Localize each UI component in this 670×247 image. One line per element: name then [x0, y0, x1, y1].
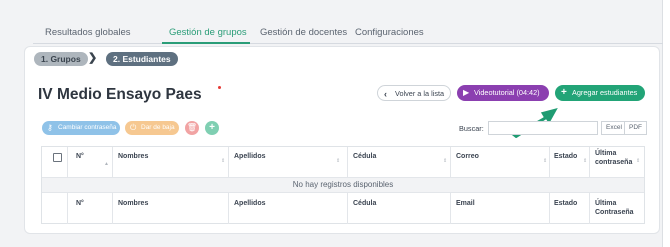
tab-configuraciones[interactable]: Configuraciones	[355, 27, 424, 38]
column-header-correo[interactable]: Correo	[456, 152, 479, 161]
column-divider	[347, 193, 348, 224]
column-divider	[228, 147, 229, 177]
column-divider	[347, 147, 348, 177]
deactivate-label: Dar de baja	[141, 124, 175, 131]
add-button[interactable]: +	[205, 121, 219, 135]
plus-icon: +	[209, 122, 215, 133]
back-to-list-button[interactable]: ‹ Volver a la lista	[377, 85, 451, 101]
column-header-contrasena[interactable]: contraseña	[595, 158, 632, 167]
plus-icon: +	[561, 87, 567, 98]
column-divider	[589, 193, 590, 224]
add-students-button[interactable]: + Agregar estudiantes	[555, 85, 645, 101]
delete-button[interactable]: 🗑	[185, 121, 199, 135]
sort-icon: ⇕	[543, 158, 548, 164]
breadcrumb-step-grupos[interactable]: 1. Grupos	[34, 52, 88, 66]
column-divider	[589, 147, 590, 177]
add-students-label: Agregar estudiantes	[572, 88, 638, 97]
search-label: Buscar:	[459, 124, 484, 133]
window-right-edge	[662, 0, 670, 247]
column-divider	[450, 147, 451, 177]
column-header-apellidos[interactable]: Apellidos	[234, 152, 266, 161]
video-tutorial-button[interactable]: ▶ Videotutorial (04:42)	[457, 85, 549, 101]
column-divider	[228, 193, 229, 224]
deactivate-button[interactable]: ⏻ Dar de baja	[125, 121, 179, 135]
back-to-list-label: Volver a la lista	[395, 89, 445, 98]
footer-header-cedula: Cédula	[353, 200, 377, 207]
column-header-estado[interactable]: Estado	[554, 152, 577, 161]
main-tabs: Resultados globales Gestión de grupos Ge…	[33, 22, 663, 44]
column-header-cedula[interactable]: Cédula	[353, 152, 376, 161]
students-table: N° ▲ Nombres ⇕ Apellidos ⇕ Cédula ⇕ Corr…	[41, 146, 645, 224]
footer-header-contrasena: Contraseña	[595, 209, 634, 216]
column-header-nombres[interactable]: Nombres	[118, 152, 148, 161]
column-header-ultima[interactable]: Última	[595, 149, 616, 158]
tab-gestion-de-docentes[interactable]: Gestión de docentes	[260, 27, 347, 38]
change-password-button[interactable]: ⚷ Cambiar contraseña	[42, 121, 120, 135]
power-icon: ⏻	[130, 123, 137, 132]
tab-resultados-globales[interactable]: Resultados globales	[45, 27, 131, 38]
tab-gestion-de-grupos[interactable]: Gestión de grupos	[169, 27, 247, 38]
column-divider	[549, 193, 550, 224]
sort-icon: ▲	[104, 161, 109, 167]
export-pdf-button[interactable]: PDF	[624, 121, 647, 135]
search-input[interactable]	[488, 121, 598, 135]
sort-icon: ⇕	[221, 158, 226, 164]
key-icon: ⚷	[47, 123, 53, 132]
trash-icon: 🗑	[186, 123, 198, 132]
select-all-checkbox[interactable]	[53, 153, 62, 162]
column-header-num[interactable]: N°	[76, 152, 84, 161]
play-icon: ▶	[463, 88, 470, 97]
footer-header-email: Email	[456, 200, 475, 207]
footer-header-nombres: Nombres	[118, 200, 149, 207]
change-password-label: Cambiar contraseña	[58, 124, 117, 131]
footer-header-num: N°	[76, 200, 84, 207]
sort-icon: ⇕	[583, 158, 588, 164]
footer-divider	[42, 192, 644, 193]
column-divider	[112, 193, 113, 224]
chevron-left-icon: ‹	[384, 89, 387, 99]
sort-icon: ⇕	[443, 158, 448, 164]
video-tutorial-label: Videotutorial (04:42)	[474, 88, 540, 97]
footer-header-ultima: Última	[595, 200, 617, 207]
column-divider	[67, 193, 68, 224]
empty-state-message: No hay registros disponibles	[42, 178, 644, 192]
column-divider	[67, 147, 68, 177]
column-divider	[112, 147, 113, 177]
column-divider	[549, 147, 550, 177]
students-card: 1. Grupos ❯ 2. Estudiantes IV Medio Ensa…	[24, 46, 660, 234]
sort-icon: ⇕	[636, 158, 641, 164]
breadcrumb-step-estudiantes: 2. Estudiantes	[106, 52, 178, 66]
footer-header-apellidos: Apellidos	[234, 200, 266, 207]
notification-dot	[218, 86, 221, 89]
chevron-right-icon: ❯	[88, 52, 98, 64]
sort-icon: ⇕	[336, 158, 341, 164]
column-divider	[450, 193, 451, 224]
footer-header-estado: Estado	[554, 200, 578, 207]
active-tab-indicator	[162, 42, 250, 44]
page-title: IV Medio Ensayo Paes	[38, 86, 202, 103]
